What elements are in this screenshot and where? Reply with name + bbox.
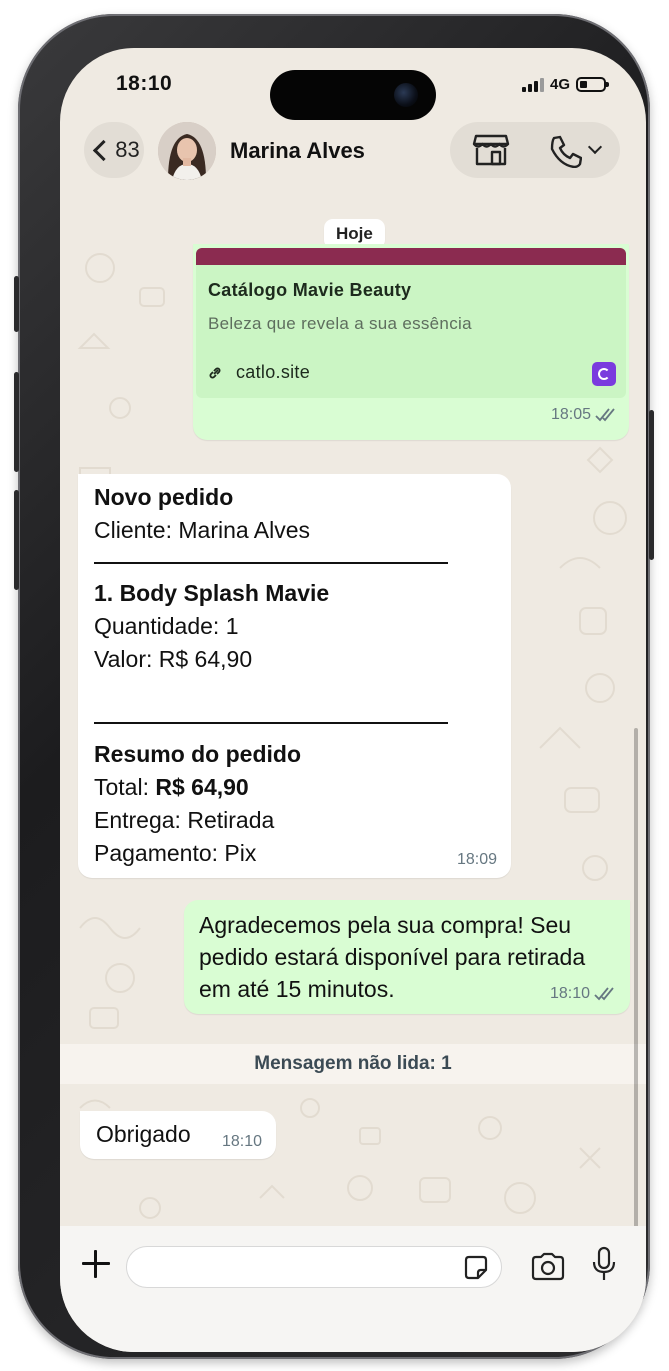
message-time: 18:09 [456,851,497,868]
link-preview-image [196,248,626,265]
message-meta: 18:10 [222,1133,262,1151]
order-item-name: 1. Body Splash Mavie [94,580,330,606]
dynamic-island [270,70,436,120]
contact-name[interactable]: Marina Alves [230,138,365,164]
signal-icon [521,77,544,92]
order-total: Total: R$ 64,90 [94,774,249,801]
order-total-value: R$ 64,90 [155,774,249,800]
order-payment: Pagamento: Pix [94,840,257,866]
phone-frame: 18:10 4G 83 Marina Alves Hoje Catálogo M… [14,14,654,1359]
attach-plus-icon[interactable] [82,1250,110,1278]
screen: 18:10 4G 83 Marina Alves Hoje Catálogo M… [60,48,646,1352]
status-indicators: 4G [521,76,609,93]
link-title: Catálogo Mavie Beauty [208,280,412,300]
unread-banner-text: Mensagem não lida: 1 [254,1053,452,1074]
divider [94,722,448,724]
unread-chats-count: 83 [115,137,140,162]
message-meta: 18:05 [551,406,617,424]
camera-icon[interactable] [530,1252,566,1282]
order-heading: Novo pedido [94,484,234,510]
sticker-icon[interactable] [462,1254,490,1282]
back-button[interactable]: 83 [84,122,144,178]
message-text: Obrigado [96,1121,191,1147]
network-label: 4G [549,76,570,93]
phone-icon[interactable] [548,134,582,168]
scrollbar[interactable] [634,728,638,1228]
microphone-icon[interactable] [590,1246,618,1284]
volume-down-button [14,490,19,590]
composer-bar [60,1226,646,1352]
contact-photo [158,122,216,180]
order-item-quantity: Quantidade: 1 [94,613,239,639]
message-time: 18:10 [549,985,590,1002]
double-check-icon [594,987,614,1001]
store-icon[interactable] [472,134,510,166]
outgoing-link-message[interactable]: Catálogo Mavie Beauty Beleza que revela … [193,244,629,440]
avatar[interactable] [158,122,216,180]
divider [94,562,448,564]
link-url: catlo.site [236,362,311,382]
power-button [649,410,654,560]
link-url-row[interactable]: catlo.site [208,362,310,383]
order-delivery: Entrega: Retirada [94,807,275,833]
order-item-value: Valor: R$ 64,90 [94,646,253,672]
battery-icon [576,77,609,92]
incoming-text-message[interactable]: Obrigado 18:10 [80,1111,276,1159]
volume-up-button [14,372,19,472]
message-meta: 18:10 [550,985,616,1003]
header-actions [450,122,620,178]
unread-messages-banner: Mensagem não lida: 1 [60,1044,646,1084]
link-preview[interactable]: Catálogo Mavie Beauty Beleza que revela … [196,248,626,398]
order-total-label: Total: [94,774,156,800]
double-check-icon [595,408,615,422]
message-time: 18:10 [221,1133,262,1150]
order-client: Cliente: Marina Alves [94,517,311,543]
message-meta: 18:09 [457,851,497,869]
action-button [14,276,19,332]
status-time: 18:10 [116,72,173,95]
chevron-down-icon[interactable] [587,139,603,155]
message-time: 18:05 [550,406,591,423]
incoming-order-message[interactable]: Novo pedido Cliente: Marina Alves 1. Bod… [78,474,511,878]
message-input[interactable] [126,1246,502,1288]
order-summary-heading: Resumo do pedido [94,741,301,767]
link-description: Beleza que revela a sua essência [208,314,472,333]
link-icon [209,367,221,378]
outgoing-text-message[interactable]: Agradecemos pela sua compra! Seu pedido … [184,900,630,1014]
chevron-left-icon [93,139,115,161]
front-camera [394,83,418,107]
catalog-logo-icon [592,362,616,386]
